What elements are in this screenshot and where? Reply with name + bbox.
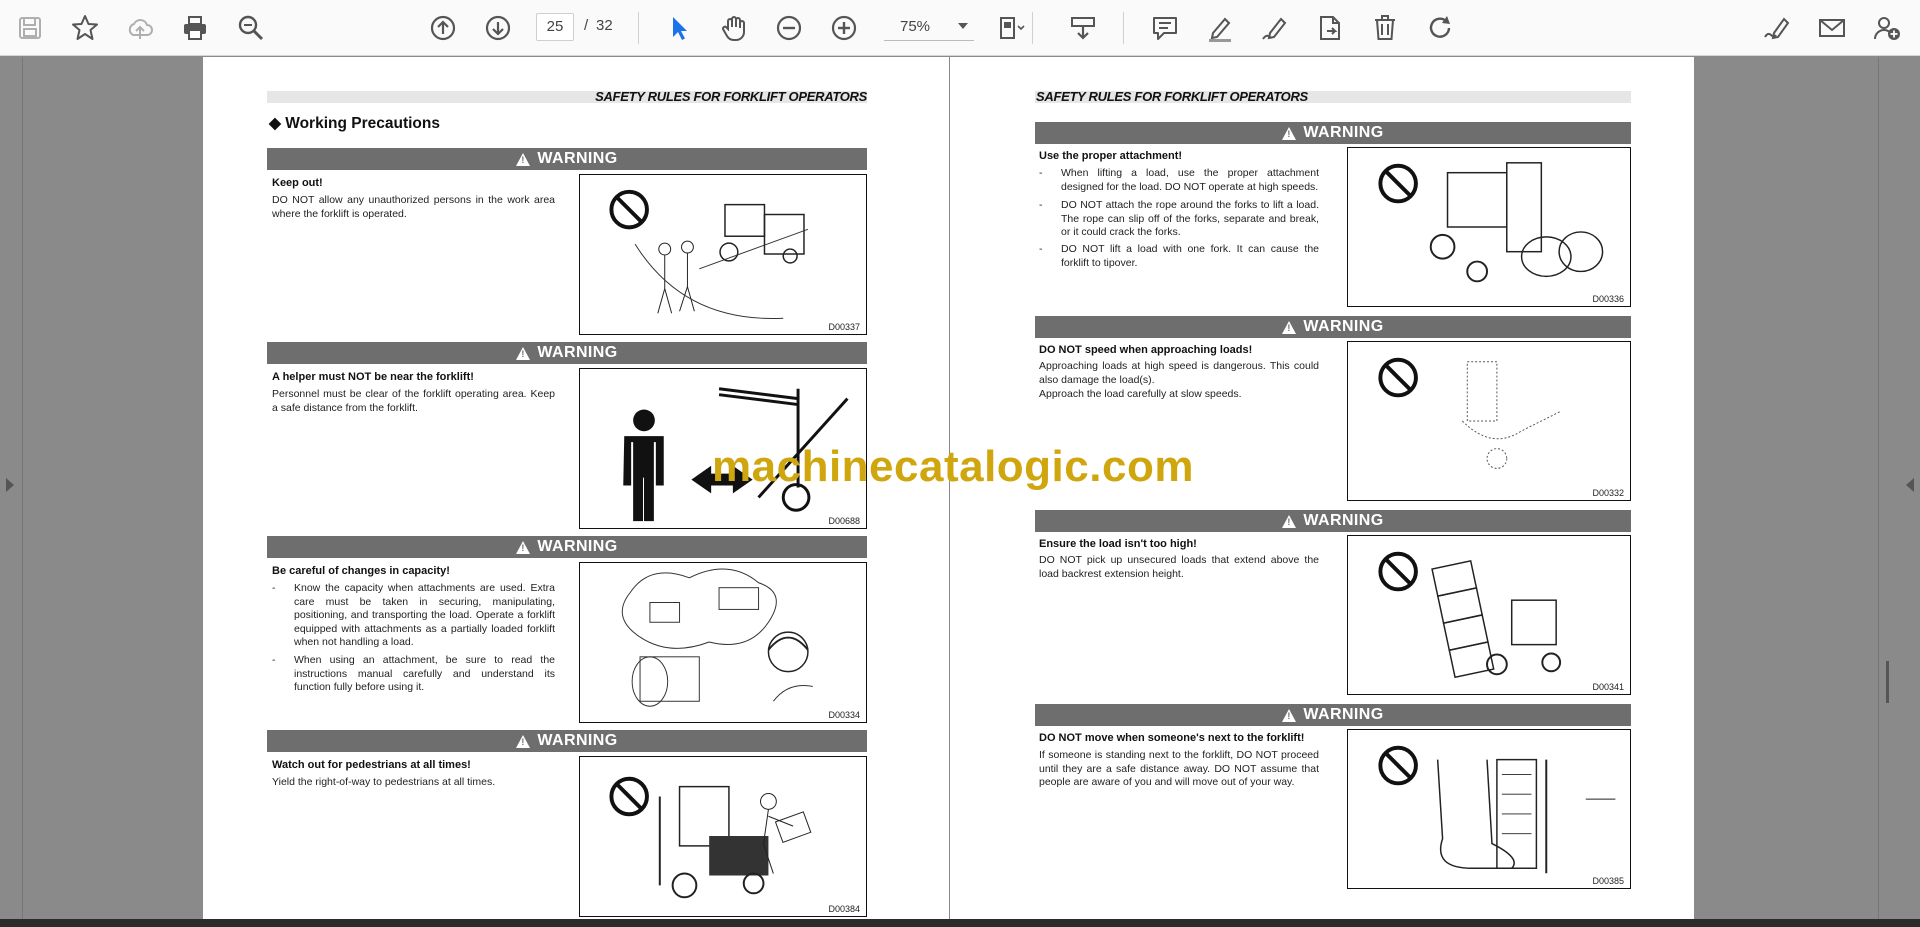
hand-icon[interactable] [716, 10, 752, 46]
section-title: ◆ Working Precautions [269, 115, 440, 132]
figure-code: D00688 [828, 516, 860, 526]
figure-code: D00341 [1592, 682, 1624, 692]
figure-code: D00332 [1592, 488, 1624, 498]
figure-capacity: D00334 [579, 562, 867, 723]
figure-pedestrians: D00384 [579, 756, 867, 917]
zoom-in-icon[interactable] [826, 10, 862, 46]
bookmark-star-icon[interactable] [67, 10, 103, 46]
comment-icon[interactable] [1147, 10, 1183, 46]
right-panel-toggle-icon[interactable] [1906, 478, 1914, 492]
cloud-upload-icon[interactable] [122, 10, 158, 46]
select-cursor-icon[interactable] [661, 10, 697, 46]
warning-icon [516, 346, 531, 360]
warning-text: Approaching loads at high speed is dange… [1039, 360, 1319, 386]
warning-text: Approach the load carefully at slow spee… [1039, 388, 1242, 400]
rotate-icon[interactable] [1422, 10, 1458, 46]
warning-title: A helper must NOT be near the forklift! [272, 371, 474, 383]
figure-keep-out: D00337 [579, 174, 867, 335]
figure-load-height: D00341 [1347, 535, 1631, 695]
zoom-out-icon[interactable] [771, 10, 807, 46]
figure-code: D00384 [828, 904, 860, 914]
warning-title: Use the proper attachment! [1039, 150, 1183, 162]
highlight-icon[interactable] [1202, 10, 1238, 46]
warning-text: Personnel must be clear of the forklift … [272, 388, 555, 414]
sign-icon[interactable] [1759, 10, 1795, 46]
share-doc-icon[interactable] [1312, 10, 1348, 46]
warning-icon [516, 734, 531, 748]
warning-banner: WARNING [267, 148, 867, 170]
scroll-mode-icon[interactable] [1065, 10, 1101, 46]
warning-title: DO NOT move when someone's next to the f… [1039, 732, 1305, 744]
figure-approach-speed: D00332 [1347, 341, 1631, 501]
figure-someone-next: D00385 [1347, 729, 1631, 889]
bottom-bar [0, 919, 1920, 927]
delete-icon[interactable] [1367, 10, 1403, 46]
bullet-item: - When lifting a load, use the proper att… [1039, 167, 1319, 193]
fit-page-icon[interactable] [993, 10, 1029, 46]
warning-title: Keep out! [272, 177, 323, 189]
warning-icon [1282, 320, 1297, 334]
total-pages: 32 [596, 17, 613, 34]
warning-icon [1282, 708, 1297, 722]
watermark: machinecatalogic.com [712, 442, 1194, 491]
zoom-select[interactable]: 75% [884, 13, 974, 41]
current-page-input[interactable]: 25 [536, 13, 574, 41]
warning-banner: WARNING [267, 730, 867, 752]
warning-text: DO NOT pick up unsecured loads that exte… [1039, 554, 1319, 580]
scrollbar-thumb[interactable] [1886, 661, 1889, 703]
left-panel-edge [22, 57, 23, 919]
warning-icon [1282, 514, 1297, 528]
figure-proper-attachment: D00336 [1347, 147, 1631, 307]
zoom-out-search-icon[interactable] [233, 10, 269, 46]
zoom-value: 75% [900, 18, 931, 35]
warning-text: DO NOT allow any unauthorized persons in… [272, 194, 555, 220]
print-icon[interactable] [177, 10, 213, 46]
bullet-item: - When using an attachment, be sure to re… [272, 654, 555, 693]
toolbar-divider [638, 12, 639, 44]
warning-title: Be careful of changes in capacity! [272, 565, 450, 577]
bullet-item: - DO NOT lift a load with one fork. It ca… [1039, 243, 1319, 269]
warning-title: Watch out for pedestrians at all times! [272, 759, 471, 771]
bullet-item: - DO NOT attach the rope around the forks… [1039, 199, 1319, 238]
page-up-icon[interactable] [425, 10, 461, 46]
chevron-down-icon [958, 23, 968, 29]
warning-icon [516, 152, 531, 166]
warning-icon [516, 540, 531, 554]
page-header: SAFETY RULES FOR FORKLIFT OPERATORS [1036, 89, 1308, 104]
warning-text: Yield the right-of-way to pedestrians at… [272, 776, 496, 788]
right-panel-edge [1878, 57, 1879, 919]
warning-title: Ensure the load isn't too high! [1039, 538, 1197, 550]
page-header: SAFETY RULES FOR FORKLIFT OPERATORS [595, 89, 867, 104]
figure-code: D00336 [1592, 294, 1624, 304]
warning-icon [1282, 126, 1297, 140]
figure-code: D00385 [1592, 876, 1624, 886]
warning-text: If someone is standing next to the forkl… [1039, 749, 1319, 788]
page-separator: / [584, 17, 589, 34]
toolbar: 25 / 32 75% [0, 0, 1920, 56]
draw-icon[interactable] [1257, 10, 1293, 46]
figure-code: D00337 [828, 322, 860, 332]
page-down-icon[interactable] [480, 10, 516, 46]
toolbar-divider [1032, 12, 1033, 44]
warning-banner: WARNING [1035, 704, 1631, 726]
warning-banner: WARNING [1035, 510, 1631, 532]
figure-code: D00334 [828, 710, 860, 720]
warning-banner: WARNING [267, 342, 867, 364]
warning-banner: WARNING [1035, 122, 1631, 144]
add-user-icon[interactable] [1869, 10, 1905, 46]
save-icon[interactable] [12, 10, 48, 46]
warning-banner: WARNING [267, 536, 867, 558]
email-icon[interactable] [1814, 10, 1850, 46]
left-panel-toggle-icon[interactable] [6, 478, 14, 492]
warning-banner: WARNING [1035, 316, 1631, 338]
warning-title: DO NOT speed when approaching loads! [1039, 344, 1253, 356]
toolbar-divider [1123, 12, 1124, 44]
bullet-item: - Know the capacity when attachments are … [272, 582, 555, 648]
